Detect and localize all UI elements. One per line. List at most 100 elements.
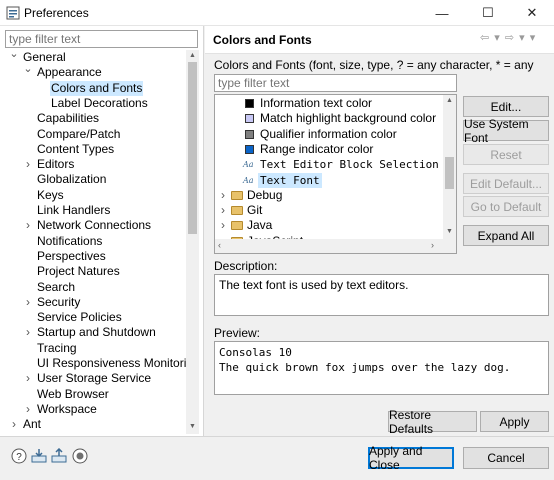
tree-item[interactable]: Label Decorations: [0, 96, 186, 111]
collapsed-chevron-icon[interactable]: ›: [23, 295, 33, 310]
tree-item[interactable]: › Security: [0, 295, 186, 310]
color-swatch-icon: [245, 99, 254, 108]
tree-item-label: Perspectives: [37, 248, 106, 263]
reset-button[interactable]: Reset: [463, 144, 549, 165]
category-tree-scrollbar[interactable]: ▲ ▼: [186, 50, 199, 434]
window-title: Preferences: [24, 6, 89, 20]
tree-item-label: Content Types: [37, 141, 115, 156]
minimize-button[interactable]: —: [420, 0, 464, 26]
color-font-item-label: Range indicator color: [260, 141, 374, 156]
export-icon[interactable]: [51, 448, 67, 464]
tree-item[interactable]: Search: [0, 280, 186, 295]
help-icon[interactable]: ?: [11, 448, 27, 464]
tree-item[interactable]: Service Policies: [0, 310, 186, 325]
collapsed-chevron-icon[interactable]: ›: [23, 402, 33, 417]
tree-item-label: UI Responsiveness Monitoring: [37, 356, 186, 370]
color-font-item-label: Text Font: [258, 172, 322, 188]
page-title: Colors and Fonts: [213, 33, 312, 47]
color-font-item[interactable]: Information text color: [215, 96, 443, 111]
color-font-item[interactable]: › Java: [215, 218, 443, 233]
close-button[interactable]: ✕: [510, 0, 554, 26]
edit-default-button[interactable]: Edit Default...: [463, 173, 549, 194]
tree-item[interactable]: Web Browser: [0, 387, 186, 402]
tree-item[interactable]: Perspectives: [0, 249, 186, 264]
color-font-item[interactable]: Match highlight background color: [215, 111, 443, 126]
scroll-right-arrow-icon[interactable]: ›: [431, 240, 434, 250]
expanded-chevron-icon[interactable]: ⌄: [9, 50, 19, 62]
maximize-button[interactable]: ☐: [466, 0, 510, 26]
collapsed-chevron-icon[interactable]: ›: [218, 188, 228, 203]
scroll-left-arrow-icon[interactable]: ‹: [218, 240, 221, 250]
import-icon[interactable]: [31, 448, 47, 464]
tree-item[interactable]: Globalization: [0, 172, 186, 187]
edit-button[interactable]: Edit...: [463, 96, 549, 117]
record-icon[interactable]: [72, 448, 88, 464]
category-tree: ⌄ General ⌄ Appearance Colors and Fonts Label…: [0, 50, 186, 434]
go-to-default-button[interactable]: Go to Default: [463, 196, 549, 217]
scroll-down-arrow-icon[interactable]: ▼: [445, 227, 454, 237]
tree-item[interactable]: Keys: [0, 188, 186, 203]
colors-fonts-tree: Information text color Match highlight ba…: [214, 94, 457, 254]
colors-fonts-filter-input[interactable]: [214, 74, 457, 92]
color-font-item-label: Debug: [247, 187, 283, 202]
tree-item[interactable]: › User Storage Service: [0, 371, 186, 386]
tree-item-label: Workspace: [37, 401, 97, 416]
use-system-font-button[interactable]: Use System Font: [463, 117, 549, 145]
color-font-item[interactable]: Aa Text Editor Block Selection Font: [215, 157, 456, 172]
apply-button[interactable]: Apply: [480, 411, 549, 432]
tree-item[interactable]: Project Natures: [0, 264, 186, 279]
colors-fonts-vertical-scrollbar[interactable]: ▲ ▼: [443, 95, 456, 239]
colors-fonts-horizontal-scrollbar[interactable]: ‹ ›: [215, 239, 456, 253]
tree-item[interactable]: Compare/Patch: [0, 127, 186, 142]
tree-item-label: Network Connections: [37, 218, 152, 233]
expand-all-button[interactable]: Expand All: [463, 225, 549, 246]
scroll-up-arrow-icon[interactable]: ▲: [188, 51, 197, 61]
tree-item[interactable]: Notifications: [0, 234, 186, 249]
tree-item[interactable]: Link Handlers: [0, 203, 186, 218]
collapsed-chevron-icon[interactable]: ›: [9, 417, 19, 432]
scroll-up-arrow-icon[interactable]: ▲: [445, 96, 454, 106]
tree-item[interactable]: Tracing: [0, 341, 186, 356]
color-font-item[interactable]: Qualifier information color: [215, 127, 443, 142]
tree-item[interactable]: › Workspace: [0, 402, 186, 417]
collapsed-chevron-icon[interactable]: ›: [23, 218, 33, 233]
tree-item[interactable]: Content Types: [0, 142, 186, 157]
color-font-item[interactable]: › Git: [215, 203, 443, 218]
scrollbar-thumb[interactable]: [445, 157, 454, 189]
maximize-icon: ☐: [482, 5, 494, 20]
apply-and-close-button[interactable]: Apply and Close: [368, 444, 454, 472]
tree-item[interactable]: › Editors: [0, 157, 186, 172]
tree-item[interactable]: UI Responsiveness Monitoring: [0, 356, 186, 371]
tree-item[interactable]: Capabilities: [0, 111, 186, 126]
tree-item-selected[interactable]: Colors and Fonts: [0, 80, 186, 96]
color-swatch-icon: [245, 144, 254, 154]
description-label: Description:: [214, 259, 278, 273]
tree-item-label: Globalization: [37, 172, 107, 187]
tree-item[interactable]: ⌄ Appearance: [0, 62, 186, 80]
collapsed-chevron-icon[interactable]: ›: [23, 325, 33, 340]
scroll-down-arrow-icon[interactable]: ▼: [188, 422, 197, 432]
scrollbar-thumb[interactable]: [188, 62, 197, 234]
tree-item-label: Appearance: [37, 65, 102, 80]
tree-item-label: Search: [37, 279, 76, 294]
tree-item-label: Link Handlers: [37, 203, 111, 217]
collapsed-chevron-icon[interactable]: ›: [218, 203, 228, 218]
cancel-button[interactable]: Cancel: [463, 447, 549, 469]
expanded-chevron-icon[interactable]: ⌄: [23, 62, 33, 77]
color-font-item-selected[interactable]: Aa Text Font: [215, 172, 443, 188]
collapsed-chevron-icon[interactable]: ›: [23, 371, 33, 386]
restore-defaults-button[interactable]: Restore Defaults: [388, 408, 477, 436]
collapsed-chevron-icon[interactable]: ›: [218, 218, 228, 233]
color-font-item-label: Match highlight background color: [260, 111, 437, 126]
tree-item[interactable]: › Startup and Shutdown: [0, 325, 186, 340]
svg-text:?: ?: [16, 452, 22, 463]
tree-item[interactable]: › Network Connections: [0, 218, 186, 233]
tree-item-label: Security: [37, 294, 81, 309]
tree-item[interactable]: › Ant: [0, 417, 186, 432]
category-filter-input[interactable]: [5, 30, 198, 48]
font-icon: Aa: [243, 175, 254, 185]
collapsed-chevron-icon[interactable]: ›: [23, 157, 33, 172]
color-font-item[interactable]: Range indicator color: [215, 142, 443, 157]
history-navigation-icons[interactable]: ⇦ ▾ ⇨ ▾ ▾: [480, 31, 536, 44]
color-font-item[interactable]: › Debug: [215, 188, 443, 203]
